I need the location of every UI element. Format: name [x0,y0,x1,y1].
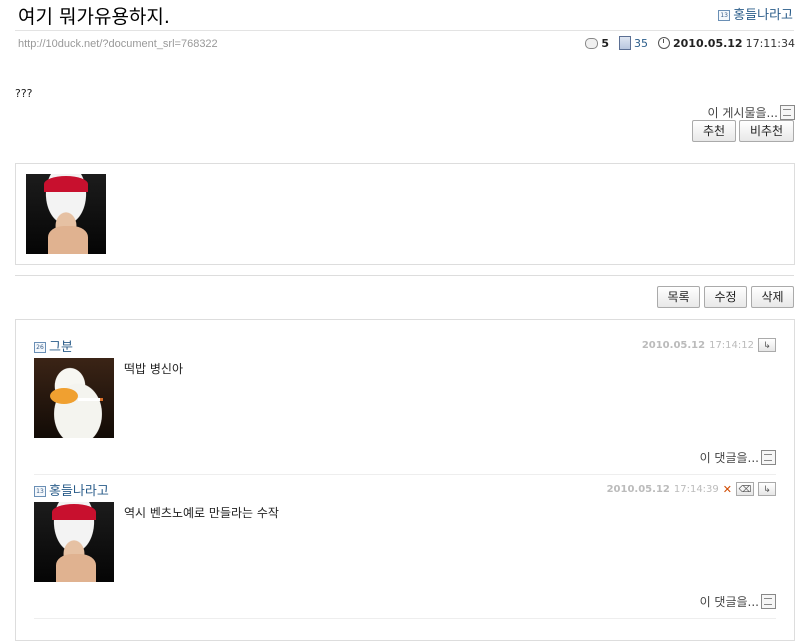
list-button[interactable]: 목록 [657,286,700,308]
reply-arrow-icon[interactable]: ↳ [758,482,776,496]
comment-menu-label[interactable]: 이 댓글을... [700,593,759,610]
signature-box [15,163,795,265]
eraser-icon[interactable]: ⌫ [736,482,754,496]
popup-menu-icon[interactable] [780,105,795,120]
post-menu-label[interactable]: 이 게시물을... [708,104,778,121]
popup-menu-icon[interactable] [761,594,776,609]
comment-author-name[interactable]: 홍들나라고 [49,484,109,499]
level-badge-icon: 13 [718,10,731,21]
edit-button[interactable]: 수정 [704,286,747,308]
unrecommend-button[interactable]: 비추천 [739,120,794,142]
view-count: 35 [619,36,648,50]
comment-avatar [34,358,114,438]
post-meta: 5 35 2010.05.12 17:11:34 [585,36,795,50]
popup-menu-icon[interactable] [761,450,776,465]
comment-time-value: 17:14:12 [709,339,754,351]
recommend-button[interactable]: 추천 [692,120,736,142]
comment-date-value: 2010.05.12 [606,483,670,495]
post-time-value: 17:11:34 [745,36,795,50]
comment-divider [34,618,776,619]
level-badge-icon: 13 [34,486,46,497]
comment-bubble-icon [585,37,599,49]
comment-time-value: 17:14:39 [673,483,719,495]
clock-icon [658,37,670,49]
post-author-name[interactable]: 홍들나라고 [733,8,793,23]
comment-list: 26 그분 2010.05.12 17:14:12 ↳ 떡밥 병신아 이 댓글을.… [15,319,795,641]
header-divider [15,30,794,31]
comment-author[interactable]: 13 홍들나라고 [34,480,109,499]
comment-date: 2010.05.12 17:14:12 ↳ [642,338,776,352]
comment-menu[interactable]: 이 댓글을... [700,449,776,466]
reply-arrow-icon[interactable]: ↳ [758,338,776,352]
view-count-value: 35 [634,36,648,50]
post-url[interactable]: http://10duck.net/?document_srl=768322 [18,38,218,50]
level-badge-icon: 26 [34,342,46,353]
comment-count: 5 [585,37,609,50]
comment-text: 떡밥 병신아 [124,362,184,376]
signature-photo [26,174,106,254]
post-menu[interactable]: 이 게시물을... [708,104,795,121]
post-date-value: 2010.05.12 [673,36,743,50]
post-title: 여기 뭐가유용하지. [18,6,170,28]
comment-count-value: 5 [601,36,609,50]
delete-x-icon[interactable]: ✕ [723,483,732,496]
comment-date: 2010.05.12 17:14:39 ✕ ⌫ ↳ [607,482,776,496]
comment-author-name[interactable]: 그분 [49,340,73,355]
post-date: 2010.05.12 17:11:34 [658,37,795,50]
post-author[interactable]: 13 홍들나라고 [718,4,793,23]
comment-author[interactable]: 26 그분 [34,336,73,355]
comment-text: 역시 벤츠노예로 만들라는 수작 [124,506,279,520]
post-body: ??? [15,87,33,100]
section-divider [15,275,794,276]
comment-date-value: 2010.05.12 [641,339,706,351]
document-icon [619,36,631,50]
comment-divider [34,474,776,475]
comment-avatar [34,502,114,582]
delete-button[interactable]: 삭제 [751,286,794,308]
comment-menu-label[interactable]: 이 댓글을... [700,449,759,466]
comment-menu[interactable]: 이 댓글을... [700,593,776,610]
